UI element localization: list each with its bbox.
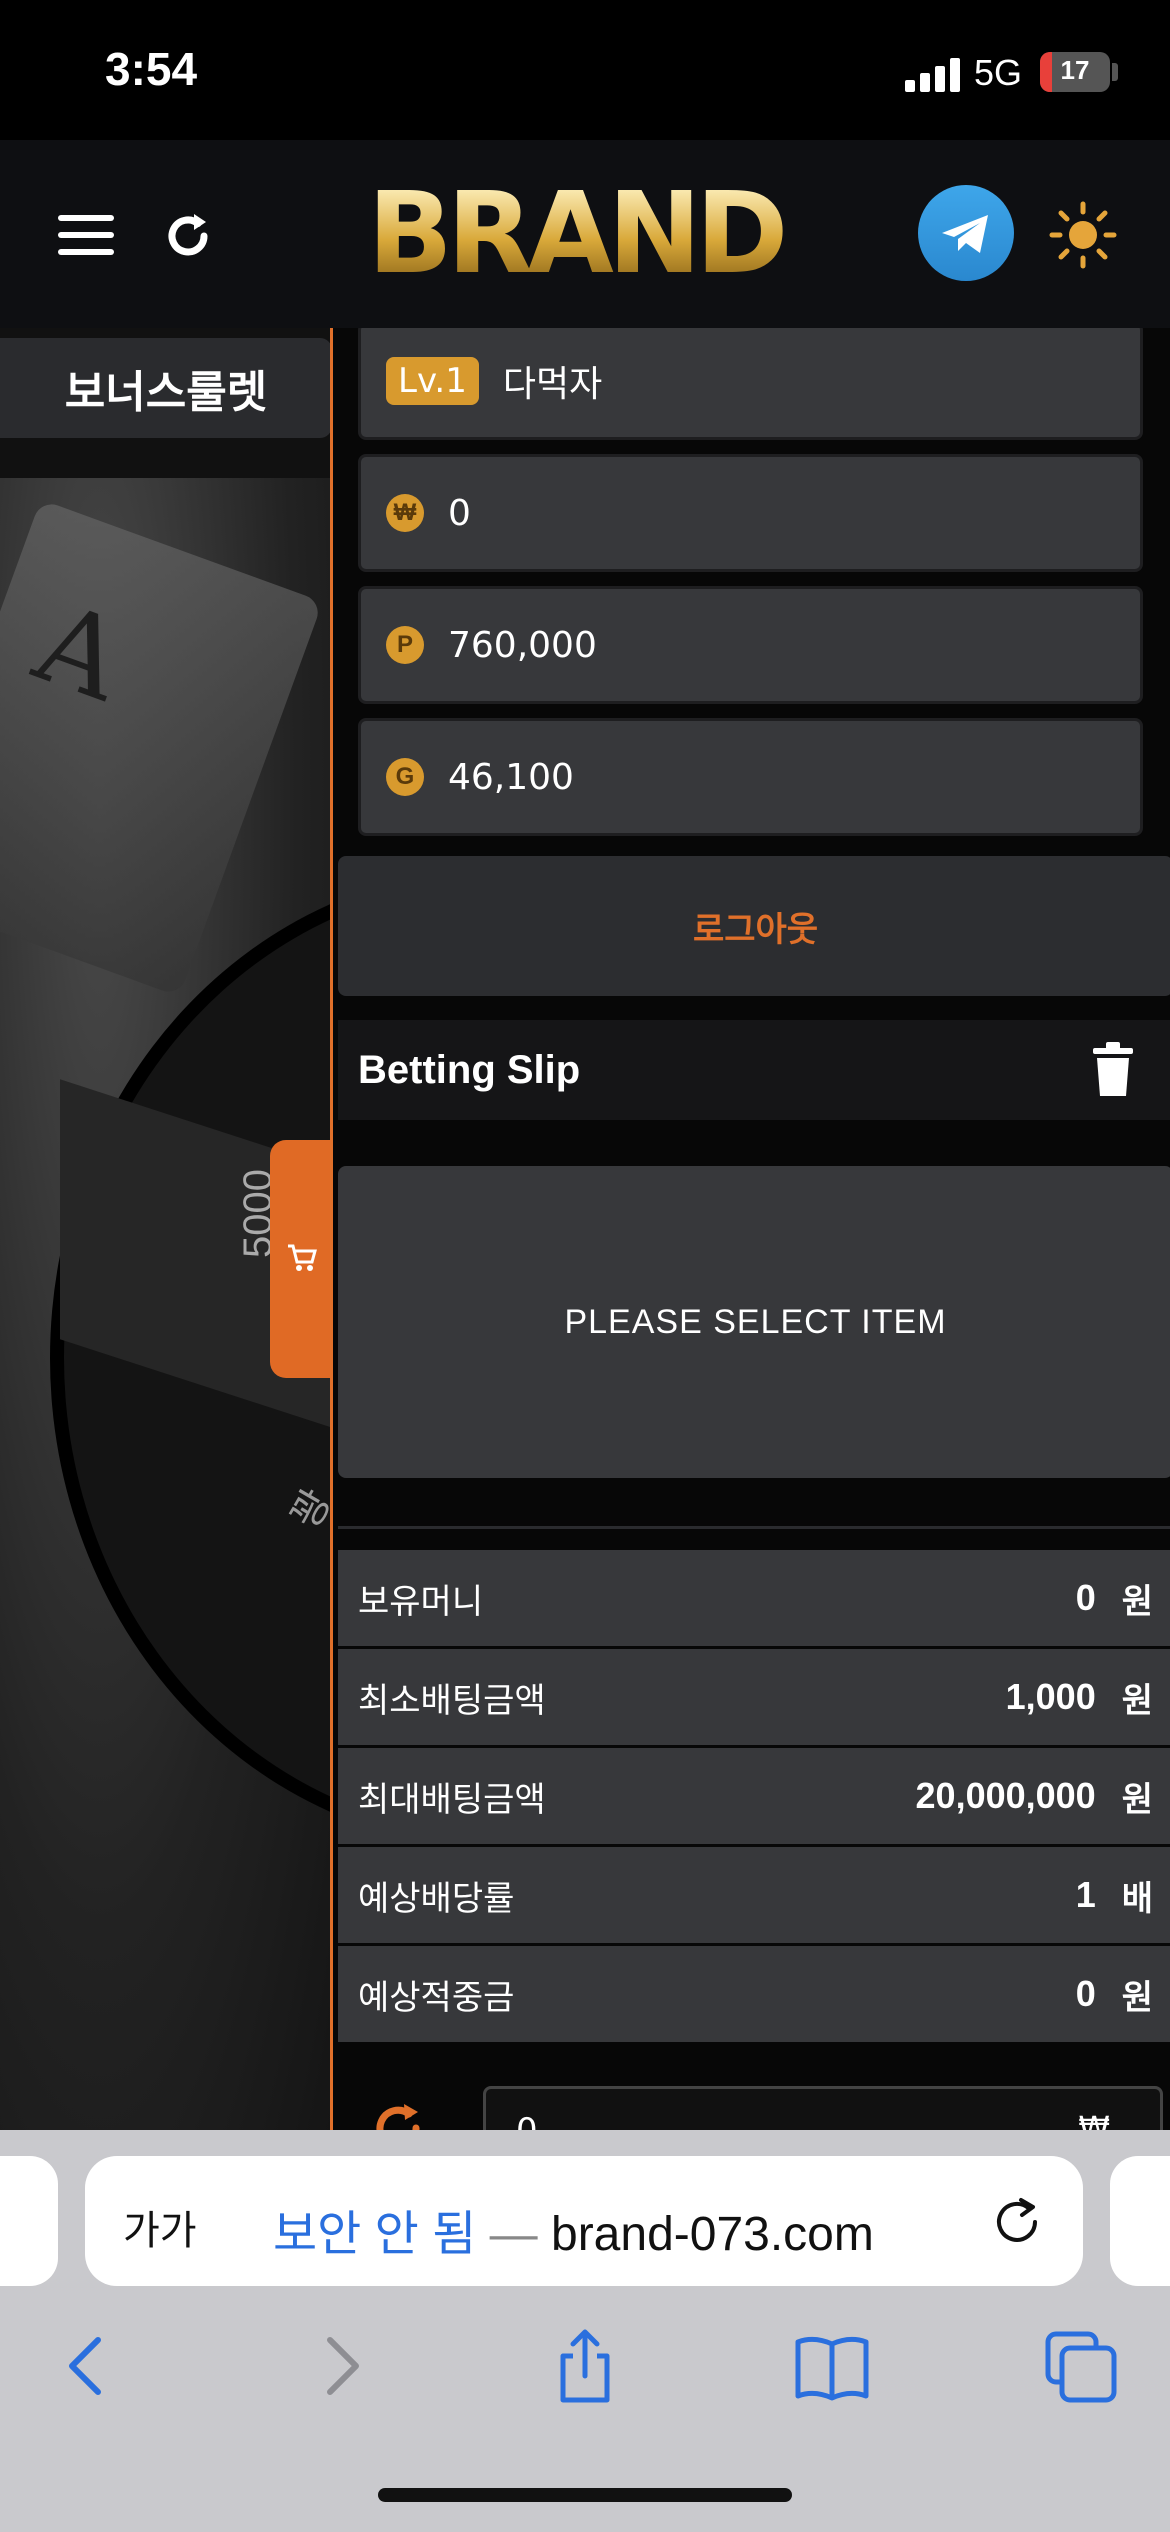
- trash-icon[interactable]: [1093, 1042, 1133, 1098]
- network-type: 5G: [974, 52, 1023, 93]
- browser-bottom-bar: 가가 보안 안 됨 — brand-073.com: [0, 2130, 1170, 2532]
- bet-info-row: 보유머니 0 원: [338, 1550, 1170, 1646]
- bet-amount-currency: ₩: [1078, 2109, 1110, 2130]
- bet-info-unit: 원: [1121, 1581, 1153, 1622]
- user-drawer-panel: Lv.1 다먹자 ₩ 0 P 760,000 G 46,100 로그아웃 Bet…: [330, 328, 1170, 2130]
- bet-info-value: 1: [1075, 1874, 1096, 1915]
- points-balance: 760,000: [448, 624, 597, 666]
- battery-tip: [1112, 63, 1118, 81]
- username: 다먹자: [502, 364, 603, 405]
- forward-icon[interactable]: [300, 2326, 380, 2406]
- user-level-row: Lv.1 다먹자: [358, 328, 1143, 440]
- back-icon[interactable]: [48, 2326, 128, 2406]
- hamburger-menu-icon[interactable]: [58, 215, 114, 255]
- sun-theme-toggle-icon[interactable]: [1048, 200, 1118, 270]
- url-domain: brand-073.com: [551, 2208, 874, 2261]
- url-separator: —: [489, 2208, 538, 2261]
- logout-button[interactable]: 로그아웃: [338, 856, 1170, 996]
- battery-icon: 17: [1040, 52, 1110, 92]
- brand-logo[interactable]: BRAND: [355, 178, 795, 290]
- bet-amount-value: 0: [516, 2111, 538, 2130]
- bet-info-row: 예상적중금 0 원: [338, 1946, 1170, 2042]
- bet-info-label: 최대배팅금액: [358, 1779, 546, 1820]
- battery-level: 17: [1060, 55, 1090, 85]
- cellular-signal-icon: [905, 58, 961, 92]
- tabs-icon[interactable]: [1040, 2326, 1120, 2406]
- money-balance-row: ₩ 0: [358, 454, 1143, 572]
- text-size-button[interactable]: 가가: [123, 2198, 197, 2256]
- bet-info-row: 최대배팅금액 20,000,000 원: [338, 1748, 1170, 1844]
- bet-info-unit: 원: [1121, 1680, 1153, 1721]
- bet-info-label: 최소배팅금액: [358, 1680, 546, 1721]
- betting-slip-empty-state: PLEASE SELECT ITEM: [338, 1166, 1170, 1478]
- bet-info-value: 20,000,000: [915, 1775, 1096, 1816]
- won-coin-icon: ₩: [386, 494, 424, 532]
- betting-slip-header: Betting Slip: [338, 1020, 1170, 1120]
- bet-info-value: 1,000: [1005, 1676, 1096, 1717]
- url-display[interactable]: 보안 안 됨 — brand-073.com: [273, 2194, 874, 2264]
- bookmarks-icon[interactable]: [792, 2326, 872, 2406]
- bet-info-label: 예상배당률: [358, 1878, 515, 1919]
- bet-info-row: 최소배팅금액 1,000 원: [338, 1649, 1170, 1745]
- points-balance-row: P 760,000: [358, 586, 1143, 704]
- betting-slip-title: Betting Slip: [358, 1047, 581, 1092]
- reload-icon[interactable]: [989, 2194, 1045, 2250]
- next-tab-peek[interactable]: [1110, 2156, 1170, 2286]
- share-icon[interactable]: [545, 2326, 625, 2406]
- money-balance: 0: [448, 492, 471, 534]
- site-header: BRAND: [0, 140, 1170, 328]
- bet-info-label: 예상적중금: [358, 1977, 515, 2018]
- gold-balance: 46,100: [448, 756, 574, 798]
- bet-amount-input[interactable]: 0 ₩: [483, 2086, 1163, 2130]
- status-time: 3:54: [105, 43, 198, 95]
- bet-info-row: 예상배당률 1 배: [338, 1847, 1170, 1943]
- betting-slip-toggle[interactable]: [270, 1140, 332, 1378]
- status-bar: 3:54 5G 17: [0, 0, 1170, 140]
- gold-coin-icon: G: [386, 758, 424, 796]
- bet-info-value: 0: [1075, 1973, 1096, 2014]
- telegram-icon[interactable]: [918, 185, 1014, 281]
- bet-info-unit: 배: [1121, 1878, 1153, 1919]
- address-bar[interactable]: 가가 보안 안 됨 — brand-073.com: [85, 2156, 1083, 2286]
- gold-balance-row: G 46,100: [358, 718, 1143, 836]
- reset-amount-icon[interactable]: [368, 2098, 428, 2130]
- bet-info-unit: 원: [1121, 1977, 1153, 2018]
- refresh-icon[interactable]: [160, 208, 216, 264]
- home-indicator: [378, 2488, 792, 2502]
- bet-info-value: 0: [1075, 1577, 1096, 1618]
- cart-icon: [288, 1244, 317, 1271]
- previous-tab-peek[interactable]: [0, 2156, 58, 2286]
- bonus-roulette-tab[interactable]: 보너스룰렛: [0, 338, 332, 438]
- divider: [338, 1526, 1170, 1529]
- level-badge: Lv.1: [386, 357, 479, 405]
- bet-info-label: 보유머니: [358, 1581, 484, 1622]
- bet-info-unit: 원: [1121, 1779, 1153, 1820]
- insecure-label: 보안 안 됨: [273, 2208, 477, 2261]
- points-coin-icon: P: [386, 626, 424, 664]
